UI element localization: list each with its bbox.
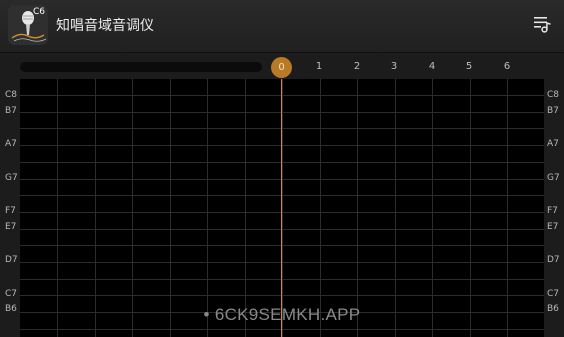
playhead-handle[interactable]: 0 (271, 57, 292, 78)
grid-column-line (57, 79, 58, 337)
grid-column-line (470, 79, 471, 337)
time-tick: 1 (315, 61, 323, 72)
grid-column-line (207, 79, 208, 337)
time-tick: 3 (390, 61, 398, 72)
pitch-grid (20, 79, 544, 337)
note-label-e7-left: E7 (5, 222, 17, 232)
note-label-a7-right: A7 (547, 139, 559, 149)
note-label-d7-right: D7 (547, 255, 560, 265)
time-tick: 4 (428, 61, 436, 72)
note-label-g7-right: G7 (547, 173, 560, 183)
recording-progress-bar[interactable] (20, 62, 262, 72)
playhead-label: 0 (278, 62, 285, 73)
app-logo: C6 (8, 5, 48, 45)
timeline-strip: 1 2 3 4 5 6 0 (0, 55, 564, 79)
note-label-b7-left: B7 (5, 106, 17, 116)
time-tick: 5 (465, 61, 473, 72)
grid-column-line (170, 79, 171, 337)
note-label-f7-left: F7 (5, 206, 16, 216)
grid-column-line (132, 79, 133, 337)
grid-column-line (432, 79, 433, 337)
note-label-c7-right: C7 (547, 289, 560, 299)
grid-column-line (282, 79, 283, 337)
grid-column-line (245, 79, 246, 337)
time-tick: 6 (503, 61, 511, 72)
grid-column-line (507, 79, 508, 337)
grid-column-line (95, 79, 96, 337)
note-label-a7-left: A7 (5, 139, 17, 149)
grid-column-line (395, 79, 396, 337)
note-label-c8-right: C8 (547, 90, 560, 100)
grid-column-line (320, 79, 321, 337)
note-label-f7-right: F7 (547, 206, 558, 216)
playhead-line (281, 79, 282, 337)
note-label-d7-left: D7 (5, 255, 18, 265)
watermark-text: • 6CK9SEMKH.APP (203, 305, 361, 324)
app-title: 知唱音域音调仪 (56, 18, 154, 34)
note-label-e7-right: E7 (547, 222, 559, 232)
logo-note-label: C6 (32, 7, 45, 17)
note-label-c7-left: C7 (5, 289, 18, 299)
note-label-c8-left: C8 (5, 90, 18, 100)
note-label-g7-left: G7 (5, 173, 18, 183)
note-label-b7-right: B7 (547, 106, 559, 116)
app-header: C6 知唱音域音调仪 (0, 0, 564, 53)
playlist-menu-button[interactable] (532, 14, 552, 34)
app-root: C6 知唱音域音调仪 1 2 3 4 5 6 0 C8 B7 A7 G7 F7 … (0, 0, 564, 337)
time-tick: 2 (353, 61, 361, 72)
playlist-music-icon (534, 17, 551, 33)
grid-column-line (357, 79, 358, 337)
